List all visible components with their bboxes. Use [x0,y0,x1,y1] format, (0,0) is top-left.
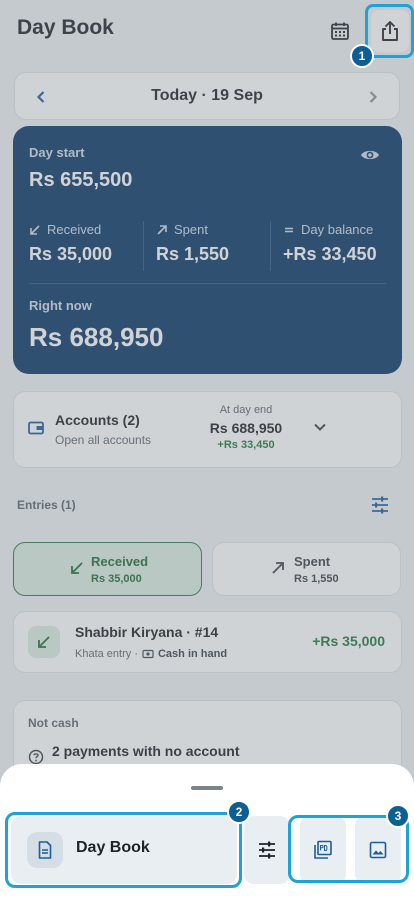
app-screen: Day Book Today · 19 Sep Day start Rs 655… [0,0,414,900]
annotation-badge: 3 [386,804,410,828]
sheet-drag-handle[interactable] [191,786,223,790]
highlight-day-book-export [5,812,242,888]
export-filter-button[interactable] [244,816,290,884]
annotation-badge: 2 [227,800,251,824]
tune-icon [259,841,275,859]
annotation-badge: 1 [350,44,374,68]
